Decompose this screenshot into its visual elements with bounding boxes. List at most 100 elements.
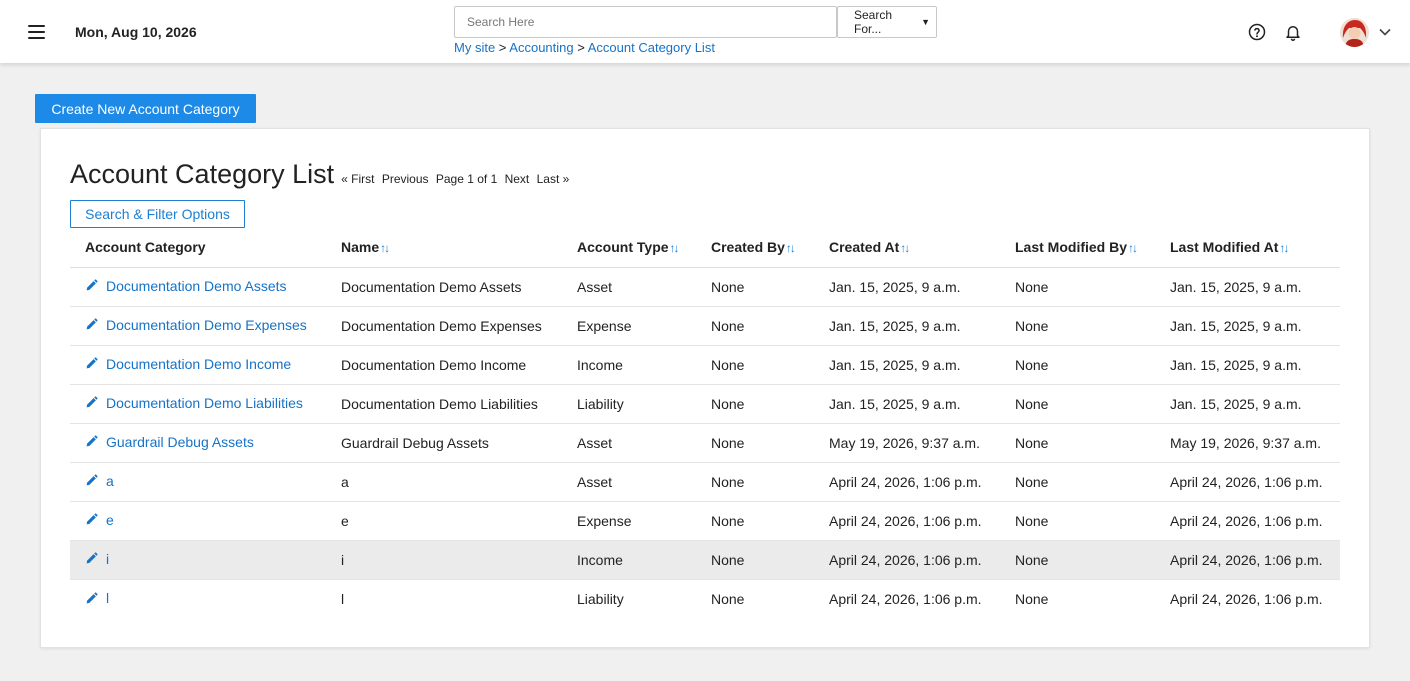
account-type-cell: Expense: [562, 501, 696, 541]
menu-icon[interactable]: [28, 25, 45, 39]
pencil-icon[interactable]: [85, 591, 98, 605]
account-category-link[interactable]: Documentation Demo Income: [85, 356, 291, 372]
account-category-link[interactable]: e: [85, 512, 114, 528]
sort-icon[interactable]: ↑↓: [786, 241, 796, 255]
created-at-cell: April 24, 2026, 1:06 p.m.: [814, 540, 1000, 580]
created-at-cell: May 19, 2026, 9:37 a.m.: [814, 423, 1000, 463]
column-header-last-modified-at[interactable]: Last Modified At↑↓: [1155, 228, 1340, 268]
account-category-label[interactable]: Documentation Demo Income: [106, 356, 291, 372]
pencil-icon[interactable]: [85, 435, 98, 448]
account-category-link[interactable]: Documentation Demo Assets: [85, 278, 287, 294]
sort-icon[interactable]: ↑↓: [900, 241, 910, 255]
account-category-label[interactable]: l: [106, 590, 109, 606]
account-category-cell: Documentation Demo Income: [70, 345, 326, 385]
last-modified-at-cell: Jan. 15, 2025, 9 a.m.: [1155, 306, 1340, 346]
last-modified-at-cell: April 24, 2026, 1:06 p.m.: [1155, 462, 1340, 502]
current-date: Mon, Aug 10, 2026: [75, 24, 197, 40]
pagination-next[interactable]: Next: [505, 172, 530, 186]
created-at-cell: April 24, 2026, 1:06 p.m.: [814, 462, 1000, 502]
name-cell: Documentation Demo Income: [326, 345, 562, 385]
table-row: Documentation Demo Income Documentation D…: [70, 345, 1340, 385]
pencil-icon[interactable]: [85, 396, 98, 409]
search-for-select[interactable]: Search For... ▼: [837, 6, 937, 38]
last-modified-by-cell: None: [1000, 267, 1155, 307]
name-cell: Guardrail Debug Assets: [326, 423, 562, 463]
account-category-label[interactable]: i: [106, 551, 109, 567]
account-category-link[interactable]: l: [85, 590, 109, 606]
name-cell: l: [341, 590, 345, 607]
name-cell: Documentation Demo Assets: [326, 267, 562, 307]
last-modified-by-cell: None: [1000, 306, 1155, 346]
page-title: Account Category List: [70, 159, 335, 189]
last-modified-at-cell: Jan. 15, 2025, 9 a.m.: [1155, 384, 1340, 424]
column-header-name[interactable]: Name↑↓: [326, 228, 562, 268]
pagination-page-info: Page 1 of 1: [435, 172, 498, 186]
create-account-category-button[interactable]: Create New Account Category: [35, 94, 256, 123]
pagination-last[interactable]: Last »: [537, 172, 570, 186]
account-category-link[interactable]: a: [85, 473, 114, 489]
account-category-link[interactable]: Guardrail Debug Assets: [85, 434, 254, 450]
pagination-previous[interactable]: Previous: [382, 172, 429, 186]
pencil-icon[interactable]: [85, 513, 98, 526]
account-category-label[interactable]: Documentation Demo Expenses: [106, 317, 307, 333]
pencil-icon[interactable]: [85, 279, 98, 292]
last-modified-by-cell: None: [1000, 384, 1155, 424]
account-category-label[interactable]: Documentation Demo Assets: [106, 278, 287, 294]
account-category-label[interactable]: Documentation Demo Liabilities: [106, 395, 303, 411]
account-category-cell: Documentation Demo Expenses: [70, 306, 326, 346]
table-body: Documentation Demo Assets Documentation D…: [70, 267, 1340, 618]
breadcrumb-accounting[interactable]: Accounting: [509, 40, 573, 55]
table-row: e e Expense None April 24, 2026, 1:06 p.m. No…: [70, 501, 1340, 541]
breadcrumb-account-category-list[interactable]: Account Category List: [588, 40, 715, 55]
account-category-label[interactable]: a: [106, 473, 114, 489]
created-by-cell: None: [696, 501, 814, 541]
account-category-link[interactable]: Documentation Demo Liabilities: [85, 395, 303, 411]
account-category-label[interactable]: e: [106, 512, 114, 528]
top-bar: Mon, Aug 10, 2026 Search For... ▼ My sit…: [0, 0, 1410, 63]
last-modified-by-cell: None: [1000, 501, 1155, 541]
column-header-created-at[interactable]: Created At↑↓: [814, 228, 1000, 268]
table-row: Guardrail Debug Assets Guardrail Debug As…: [70, 423, 1340, 463]
bell-icon[interactable]: [1284, 23, 1302, 41]
help-icon[interactable]: [1248, 23, 1266, 41]
pencil-icon[interactable]: [85, 474, 98, 487]
sort-icon[interactable]: ↑↓: [1128, 241, 1138, 255]
avatar[interactable]: [1340, 18, 1369, 47]
last-modified-by-cell: None: [1000, 462, 1155, 502]
created-by-cell: None: [696, 345, 814, 385]
created-by-cell: None: [696, 306, 814, 346]
sort-icon[interactable]: ↑↓: [670, 241, 680, 255]
pagination-first[interactable]: « First: [341, 172, 374, 186]
last-modified-at-cell: April 24, 2026, 1:06 p.m.: [1170, 590, 1323, 607]
pencil-icon[interactable]: [85, 318, 98, 331]
account-category-cell: e: [70, 501, 326, 541]
column-header-last-modified-by[interactable]: Last Modified By↑↓: [1000, 228, 1155, 268]
name-cell: a: [326, 462, 562, 502]
sort-icon[interactable]: ↑↓: [380, 241, 390, 255]
account-type-cell: Income: [562, 540, 696, 580]
created-at-cell: Jan. 15, 2025, 9 a.m.: [814, 267, 1000, 307]
breadcrumb: My site > Accounting > Account Category …: [454, 40, 715, 55]
chevron-down-icon[interactable]: [1378, 26, 1392, 38]
search-filter-options-button[interactable]: Search & Filter Options: [70, 200, 245, 228]
account-category-cell: Guardrail Debug Assets: [70, 423, 326, 463]
pencil-icon[interactable]: [85, 357, 98, 370]
account-category-label[interactable]: Guardrail Debug Assets: [106, 434, 254, 450]
created-at-cell: Jan. 15, 2025, 9 a.m.: [814, 306, 1000, 346]
created-by-cell: None: [696, 267, 814, 307]
breadcrumb-my-site[interactable]: My site: [454, 40, 495, 55]
name-cell: e: [326, 501, 562, 541]
account-category-link[interactable]: i: [85, 551, 109, 567]
last-modified-by-cell: None: [1000, 345, 1155, 385]
account-category-link[interactable]: Documentation Demo Expenses: [85, 317, 307, 333]
column-header-account-type[interactable]: Account Type↑↓: [562, 228, 696, 268]
table-row: Documentation Demo Liabilities Documentat…: [70, 384, 1340, 424]
created-by-cell: None: [696, 384, 814, 424]
table-row: i i Income None April 24, 2026, 1:06 p.m. Non…: [70, 540, 1340, 580]
sort-icon[interactable]: ↑↓: [1279, 241, 1289, 255]
account-category-cell: l: [70, 579, 326, 618]
name-cell: Documentation Demo Expenses: [326, 306, 562, 346]
pencil-icon[interactable]: [85, 552, 98, 565]
column-header-created-by[interactable]: Created By↑↓: [696, 228, 814, 268]
search-input[interactable]: [454, 6, 837, 38]
